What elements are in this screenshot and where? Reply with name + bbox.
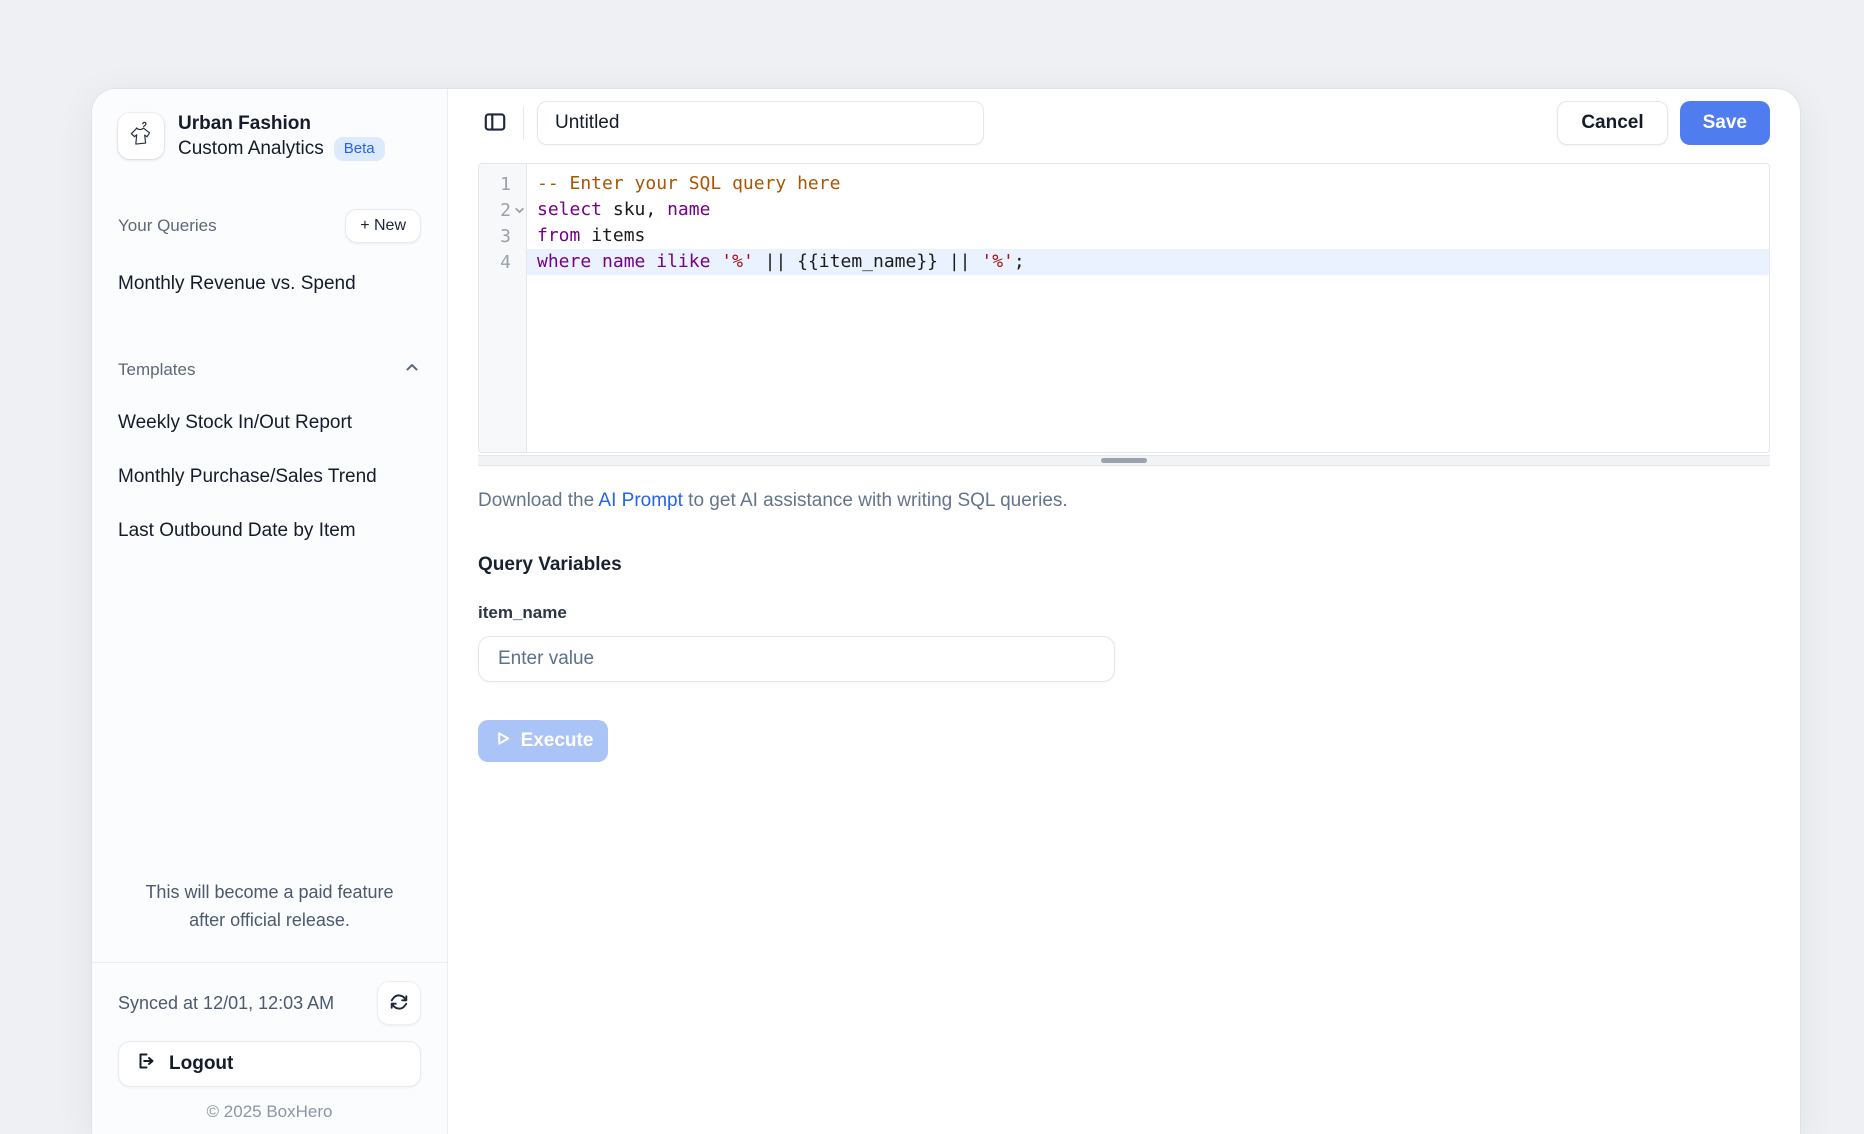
query-title-input[interactable] bbox=[537, 101, 984, 145]
line-number: 2 bbox=[479, 197, 526, 223]
refresh-button[interactable] bbox=[377, 981, 421, 1025]
query-variables-title: Query Variables bbox=[478, 554, 1770, 576]
code-line: select sku, name bbox=[527, 197, 1769, 223]
variable-name-label: item_name bbox=[478, 603, 1770, 623]
ai-prompt-link[interactable]: AI Prompt bbox=[598, 490, 682, 511]
logout-icon bbox=[134, 1050, 156, 1078]
sidebar-toggle-button[interactable] bbox=[478, 106, 512, 140]
workspace-header: Urban Fashion Custom Analytics Beta bbox=[92, 111, 447, 161]
code-line: from items bbox=[527, 223, 1769, 249]
code-line-active: where name ilike '%' || {{item_name}} ||… bbox=[527, 249, 1769, 275]
templates-section-header[interactable]: Templates bbox=[92, 358, 447, 381]
toolbar-divider bbox=[523, 106, 524, 140]
editor-gutter: 1 2 3 4 bbox=[479, 164, 527, 452]
variable-value-input[interactable] bbox=[478, 636, 1115, 682]
ai-help-text: Download the AI Prompt to get AI assista… bbox=[478, 490, 1770, 512]
sidebar-item-template[interactable]: Monthly Purchase/Sales Trend bbox=[92, 464, 447, 489]
line-number: 4 bbox=[479, 249, 526, 275]
tshirt-icon bbox=[124, 117, 158, 156]
execute-button[interactable]: Execute bbox=[478, 720, 608, 762]
cancel-button[interactable]: Cancel bbox=[1557, 101, 1667, 145]
logout-label: Logout bbox=[169, 1053, 233, 1075]
workspace-title: Urban Fashion Custom Analytics Beta bbox=[178, 111, 385, 161]
copyright-text: © 2025 BoxHero bbox=[92, 1087, 447, 1134]
fold-chevron-icon[interactable] bbox=[514, 205, 525, 216]
line-number: 1 bbox=[479, 171, 526, 197]
app-window: Urban Fashion Custom Analytics Beta Your… bbox=[92, 89, 1800, 1134]
play-icon bbox=[493, 729, 512, 754]
sync-status-row: Synced at 12/01, 12:03 AM bbox=[92, 963, 447, 1025]
line-number: 3 bbox=[479, 223, 526, 249]
sidebar: Urban Fashion Custom Analytics Beta Your… bbox=[92, 89, 448, 1134]
workspace-name: Urban Fashion bbox=[178, 111, 385, 136]
beta-badge: Beta bbox=[334, 137, 385, 161]
refresh-icon bbox=[388, 991, 410, 1016]
workspace-logo bbox=[118, 113, 164, 159]
code-line: -- Enter your SQL query here bbox=[527, 171, 1769, 197]
product-name: Custom Analytics bbox=[178, 136, 324, 161]
resize-grip bbox=[1101, 458, 1147, 463]
sidebar-item-template[interactable]: Weekly Stock In/Out Report bbox=[92, 410, 447, 435]
editor-resize-handle[interactable] bbox=[478, 455, 1770, 466]
queries-section-label: Your Queries bbox=[118, 216, 217, 236]
toolbar: Cancel Save bbox=[478, 101, 1770, 145]
sql-editor[interactable]: 1 2 3 4 -- Enter your SQL query here sel… bbox=[478, 163, 1770, 453]
editor-code-area: -- Enter your SQL query here select sku,… bbox=[527, 164, 1769, 452]
templates-section-label: Templates bbox=[118, 360, 195, 380]
chevron-up-icon bbox=[403, 358, 421, 381]
sidebar-toggle-icon bbox=[482, 109, 508, 138]
sidebar-item-query[interactable]: Monthly Revenue vs. Spend bbox=[92, 271, 447, 296]
queries-section-header: Your Queries + New bbox=[92, 209, 447, 243]
sync-status-text: Synced at 12/01, 12:03 AM bbox=[118, 993, 334, 1014]
main-panel: Cancel Save 1 2 3 4 -- Enter your SQL qu… bbox=[448, 89, 1800, 1134]
new-query-button[interactable]: + New bbox=[345, 209, 421, 243]
logout-button[interactable]: Logout bbox=[118, 1041, 421, 1087]
sidebar-item-template[interactable]: Last Outbound Date by Item bbox=[92, 518, 447, 543]
paid-feature-notice: This will become a paid feature after of… bbox=[92, 878, 447, 934]
save-button[interactable]: Save bbox=[1680, 101, 1770, 145]
execute-label: Execute bbox=[521, 730, 594, 752]
